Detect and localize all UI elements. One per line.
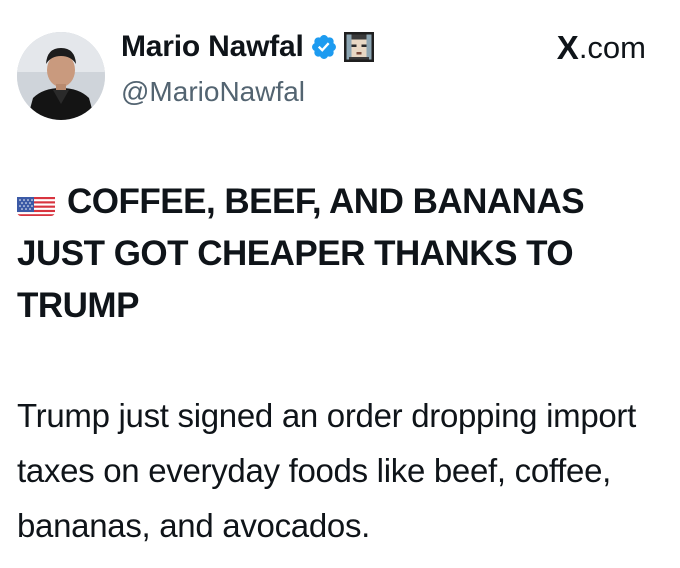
post-headline: COFFEE, BEEF, AND BANANAS JUST GOT CHEAP… <box>17 176 667 332</box>
author-display-name[interactable]: Mario Nawfal <box>121 30 304 64</box>
tweet-card: Mario Nawfal @MarioNawfal X .com COFFEE,… <box>0 0 680 568</box>
post-body: Trump just signed an order dropping impo… <box>17 397 636 544</box>
source-domain: .com <box>578 30 646 65</box>
author-name-row: Mario Nawfal <box>121 27 374 67</box>
x-logo-icon: X <box>556 29 579 66</box>
us-flag-icon <box>17 188 55 216</box>
author-avatar[interactable] <box>17 32 105 120</box>
headline-text: COFFEE, BEEF, AND BANANAS JUST GOT CHEAP… <box>17 182 585 325</box>
author-handle[interactable]: @MarioNawfal <box>121 76 305 108</box>
source-watermark: X .com <box>557 28 646 68</box>
verified-badge-icon[interactable] <box>310 33 338 61</box>
nft-pixel-avatar-icon <box>343 32 374 62</box>
avatar-photo-icon <box>17 32 105 120</box>
